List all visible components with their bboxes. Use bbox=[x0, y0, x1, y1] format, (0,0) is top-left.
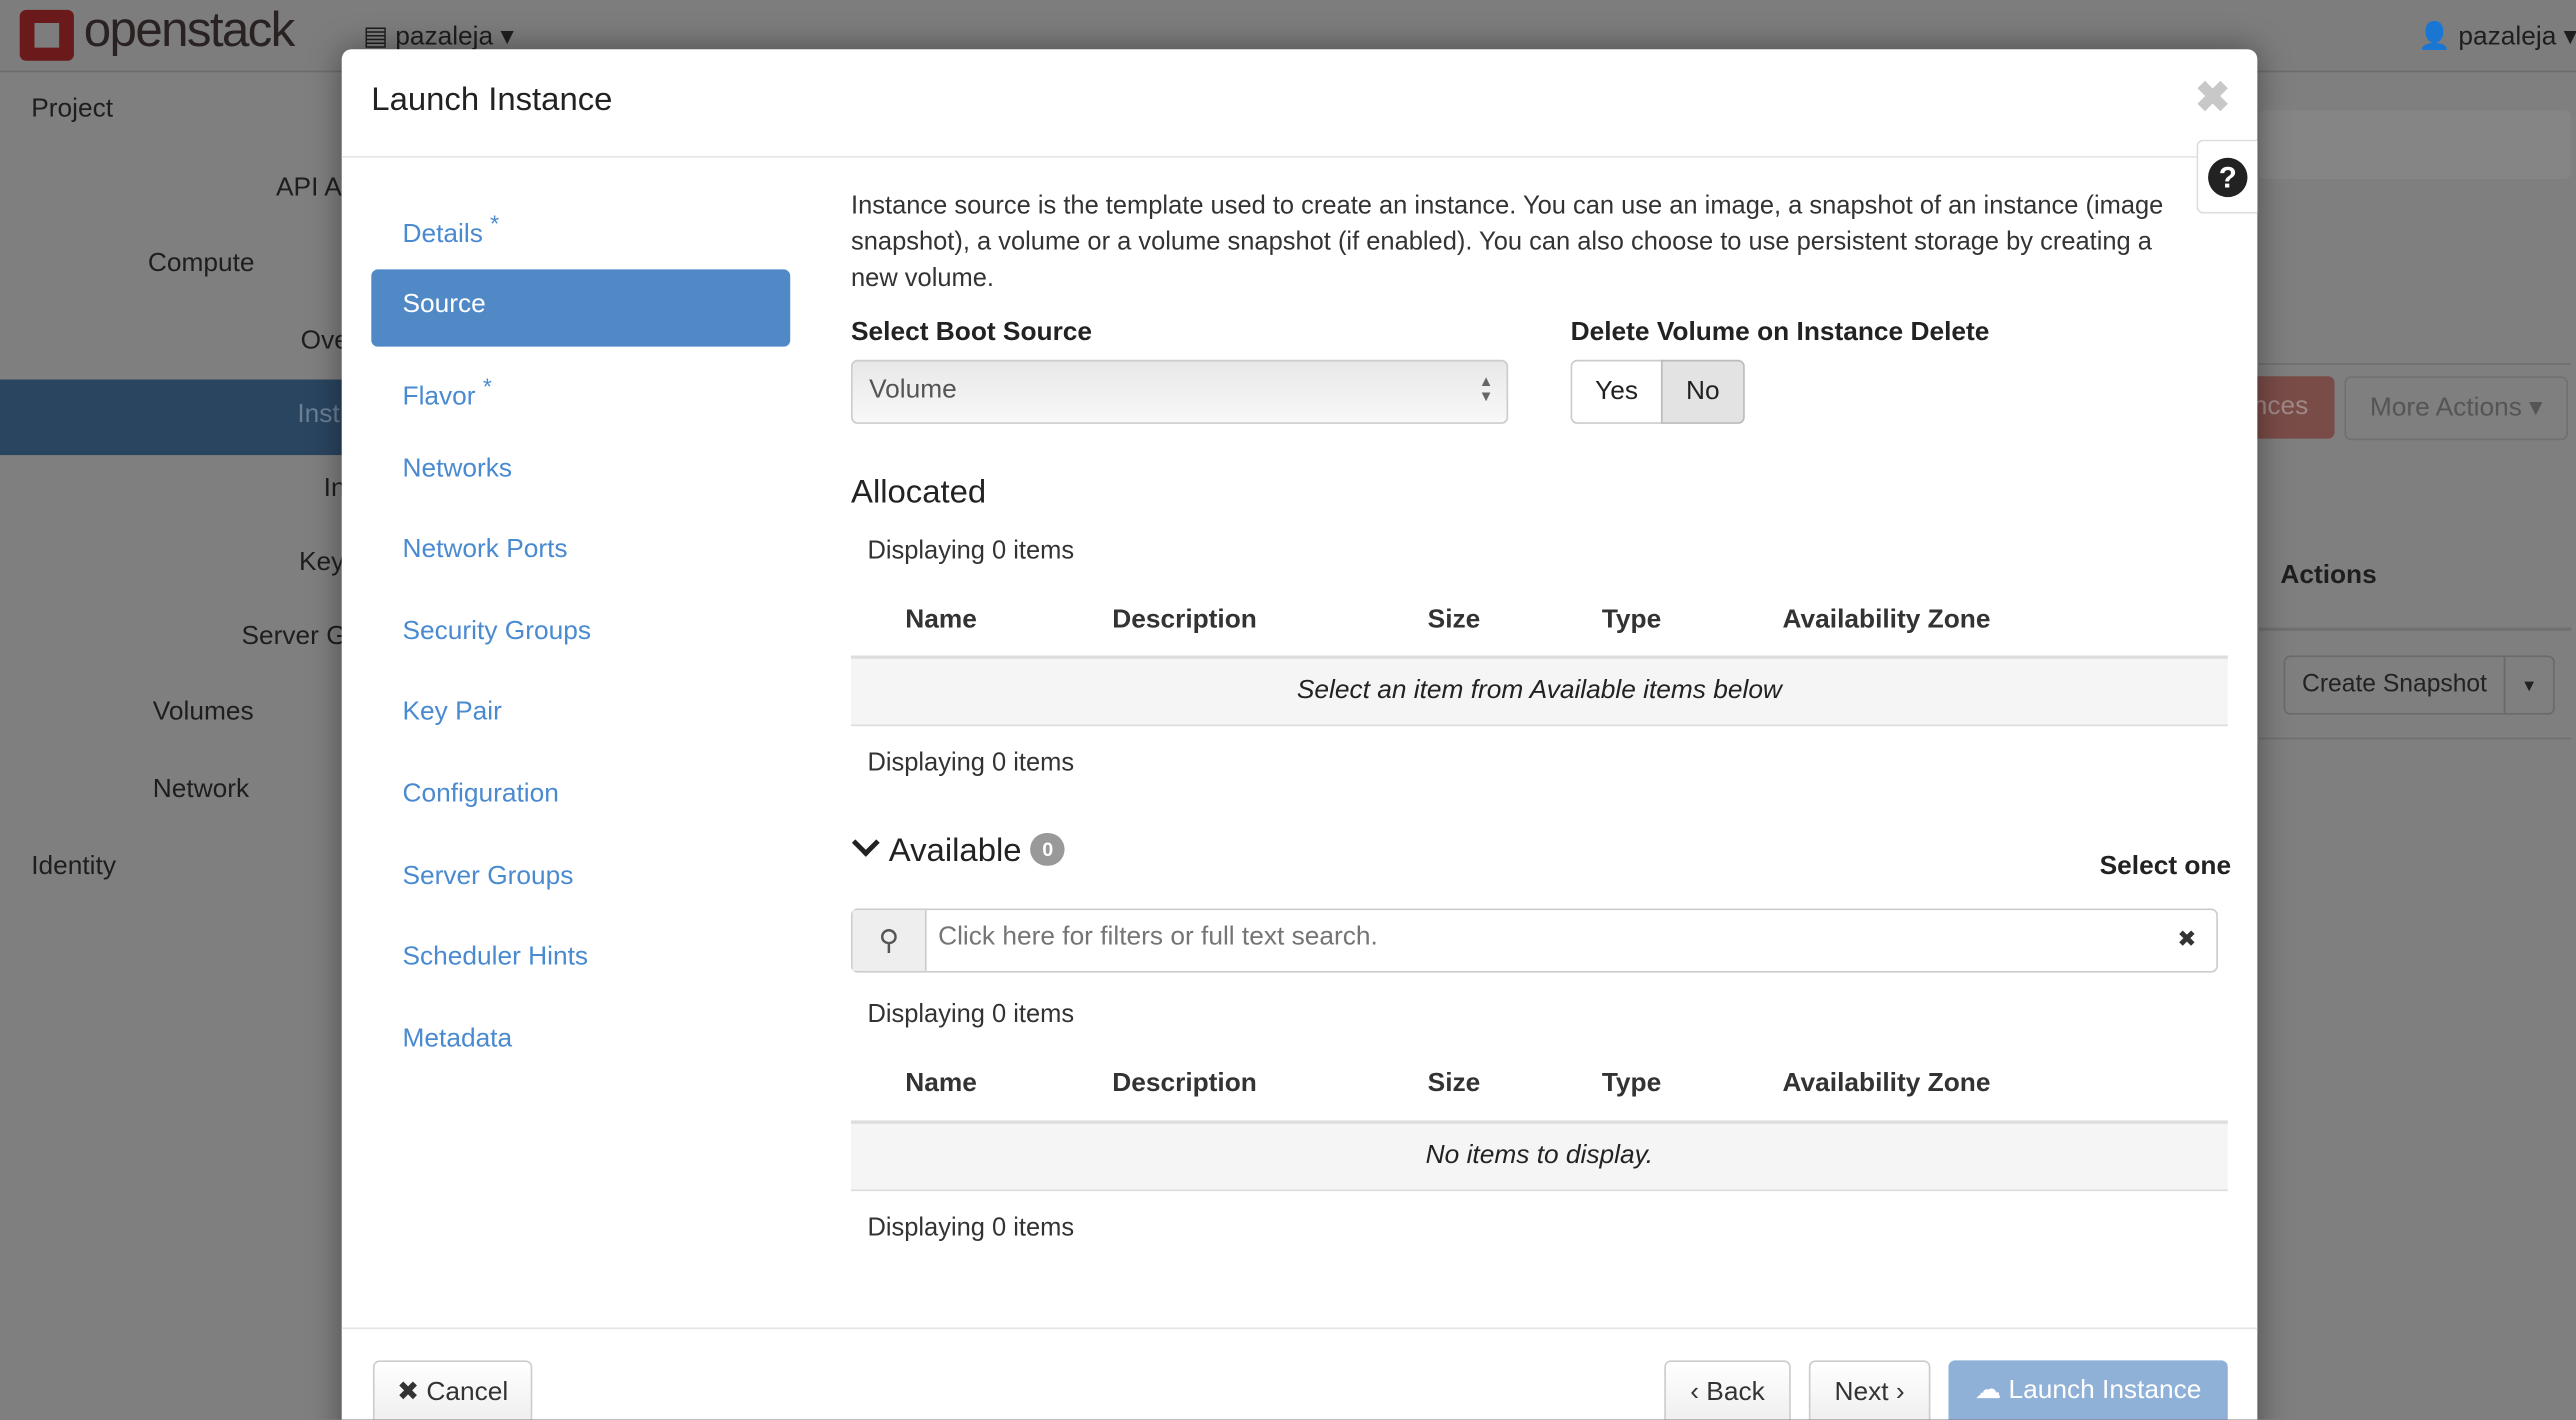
nav-networks[interactable]: Networks bbox=[403, 455, 513, 485]
nav-security-groups[interactable]: Security Groups bbox=[403, 618, 591, 648]
sidebar-item[interactable]: Key bbox=[299, 549, 344, 579]
allocated-title: Allocated bbox=[851, 474, 987, 511]
modal-title: Launch Instance bbox=[371, 82, 613, 119]
nav-metadata[interactable]: Metadata bbox=[403, 1025, 513, 1055]
allocated-empty-row: Select an item from Available items belo… bbox=[851, 655, 2228, 727]
create-snapshot-button[interactable]: Create Snapshot bbox=[2283, 655, 2506, 715]
col-availability-zone: Availability Zone bbox=[1782, 606, 1991, 635]
nav-configuration[interactable]: Configuration bbox=[403, 780, 559, 810]
col-availability-zone: Availability Zone bbox=[1782, 1069, 1991, 1098]
user-menu[interactable]: 👤 pazaleja ▾ bbox=[2418, 20, 2576, 53]
allocated-count-top: Displaying 0 items bbox=[867, 537, 1075, 566]
search-bar[interactable]: ⚲ ✖ bbox=[851, 908, 2218, 973]
sidebar-item[interactable]: Volumes bbox=[153, 698, 254, 728]
sidebar-item[interactable]: Project bbox=[31, 95, 113, 125]
brand[interactable]: openstack bbox=[84, 3, 296, 59]
header-divider bbox=[341, 156, 2258, 158]
col-type: Type bbox=[1601, 1069, 1662, 1098]
close-icon: ✖ bbox=[397, 1378, 420, 1407]
create-snapshot-dropdown[interactable]: ▾ bbox=[2503, 655, 2555, 715]
search-input[interactable] bbox=[938, 923, 2154, 953]
search-icon: ⚲ bbox=[852, 910, 927, 971]
col-description: Description bbox=[1112, 606, 1257, 635]
nav-server-groups[interactable]: Server Groups bbox=[403, 863, 574, 893]
user-icon: 👤 bbox=[2418, 23, 2452, 51]
nav-network-ports[interactable]: Network Ports bbox=[403, 536, 568, 566]
delete-volume-label: Delete Volume on Instance Delete bbox=[1570, 318, 1990, 347]
col-description: Description bbox=[1112, 1069, 1257, 1098]
boot-source-label: Select Boot Source bbox=[851, 318, 1093, 347]
project-icon: ▤ bbox=[363, 23, 396, 51]
sidebar-item[interactable]: Identity bbox=[31, 853, 116, 883]
footer-divider bbox=[341, 1327, 2258, 1330]
more-actions-button[interactable]: More Actions ▾ bbox=[2344, 376, 2568, 441]
available-count-top: Displaying 0 items bbox=[867, 1000, 1075, 1029]
question-icon: ? bbox=[2208, 157, 2248, 198]
close-icon[interactable]: ✖ bbox=[2195, 72, 2231, 123]
actions-header: Actions bbox=[2280, 561, 2377, 590]
divider bbox=[2258, 737, 2572, 740]
nav-source[interactable]: Source bbox=[371, 269, 791, 347]
allocated-count-bottom: Displaying 0 items bbox=[867, 749, 1075, 778]
next-button[interactable]: Next › bbox=[1808, 1360, 1931, 1420]
col-size: Size bbox=[1427, 606, 1481, 635]
launch-instance-modal: Launch Instance ✖ ? Details * Source Fla… bbox=[341, 49, 2258, 1420]
help-button[interactable]: ? bbox=[2196, 139, 2258, 214]
launch-instance-button[interactable]: ☁ Launch Instance bbox=[1948, 1360, 2228, 1420]
sidebar-item[interactable]: Network bbox=[153, 775, 249, 805]
nav-details[interactable]: Details * bbox=[403, 210, 500, 250]
select-one-hint: Select one bbox=[2099, 852, 2232, 881]
chevron-down-icon bbox=[851, 828, 880, 857]
col-size: Size bbox=[1427, 1069, 1481, 1098]
source-intro: Instance source is the template used to … bbox=[851, 192, 2164, 293]
sidebar-item[interactable]: API A bbox=[276, 174, 342, 204]
cloud-upload-icon: ☁ bbox=[1974, 1376, 2002, 1405]
available-count-badge: 0 bbox=[1030, 832, 1065, 866]
available-empty-row: No items to display. bbox=[851, 1120, 2228, 1192]
nav-scheduler-hints[interactable]: Scheduler Hints bbox=[403, 943, 589, 973]
col-name: Name bbox=[905, 1069, 977, 1098]
available-count-bottom: Displaying 0 items bbox=[867, 1214, 1075, 1243]
delete-no-button[interactable]: No bbox=[1660, 359, 1745, 424]
back-button[interactable]: ‹ Back bbox=[1664, 1360, 1791, 1420]
available-toggle[interactable]: Available 0 bbox=[851, 828, 1065, 871]
select-arrows-icon: ▲ ▼ bbox=[1478, 372, 1494, 405]
delete-yes-button[interactable]: Yes bbox=[1570, 359, 1663, 424]
background-filter-bar bbox=[2258, 110, 2572, 180]
sidebar-item[interactable]: Compute bbox=[148, 250, 255, 280]
col-type: Type bbox=[1601, 606, 1662, 635]
sidebar-item[interactable]: Server G bbox=[242, 623, 347, 653]
cancel-button[interactable]: ✖ Cancel bbox=[372, 1360, 533, 1420]
nav-key-pair[interactable]: Key Pair bbox=[403, 698, 502, 728]
nav-flavor[interactable]: Flavor * bbox=[403, 373, 492, 413]
boot-source-select[interactable]: Volume ▲ ▼ bbox=[851, 359, 1509, 424]
openstack-logo-icon bbox=[19, 9, 74, 61]
divider bbox=[2258, 363, 2572, 365]
sidebar-active-band bbox=[0, 379, 346, 456]
clear-search-icon[interactable]: ✖ bbox=[2177, 925, 2196, 953]
project-selector[interactable]: ▤ pazaleja ▾ bbox=[363, 20, 514, 53]
divider bbox=[2258, 627, 2572, 631]
col-name: Name bbox=[905, 606, 977, 635]
sidebar-item[interactable]: Inst bbox=[297, 401, 339, 431]
